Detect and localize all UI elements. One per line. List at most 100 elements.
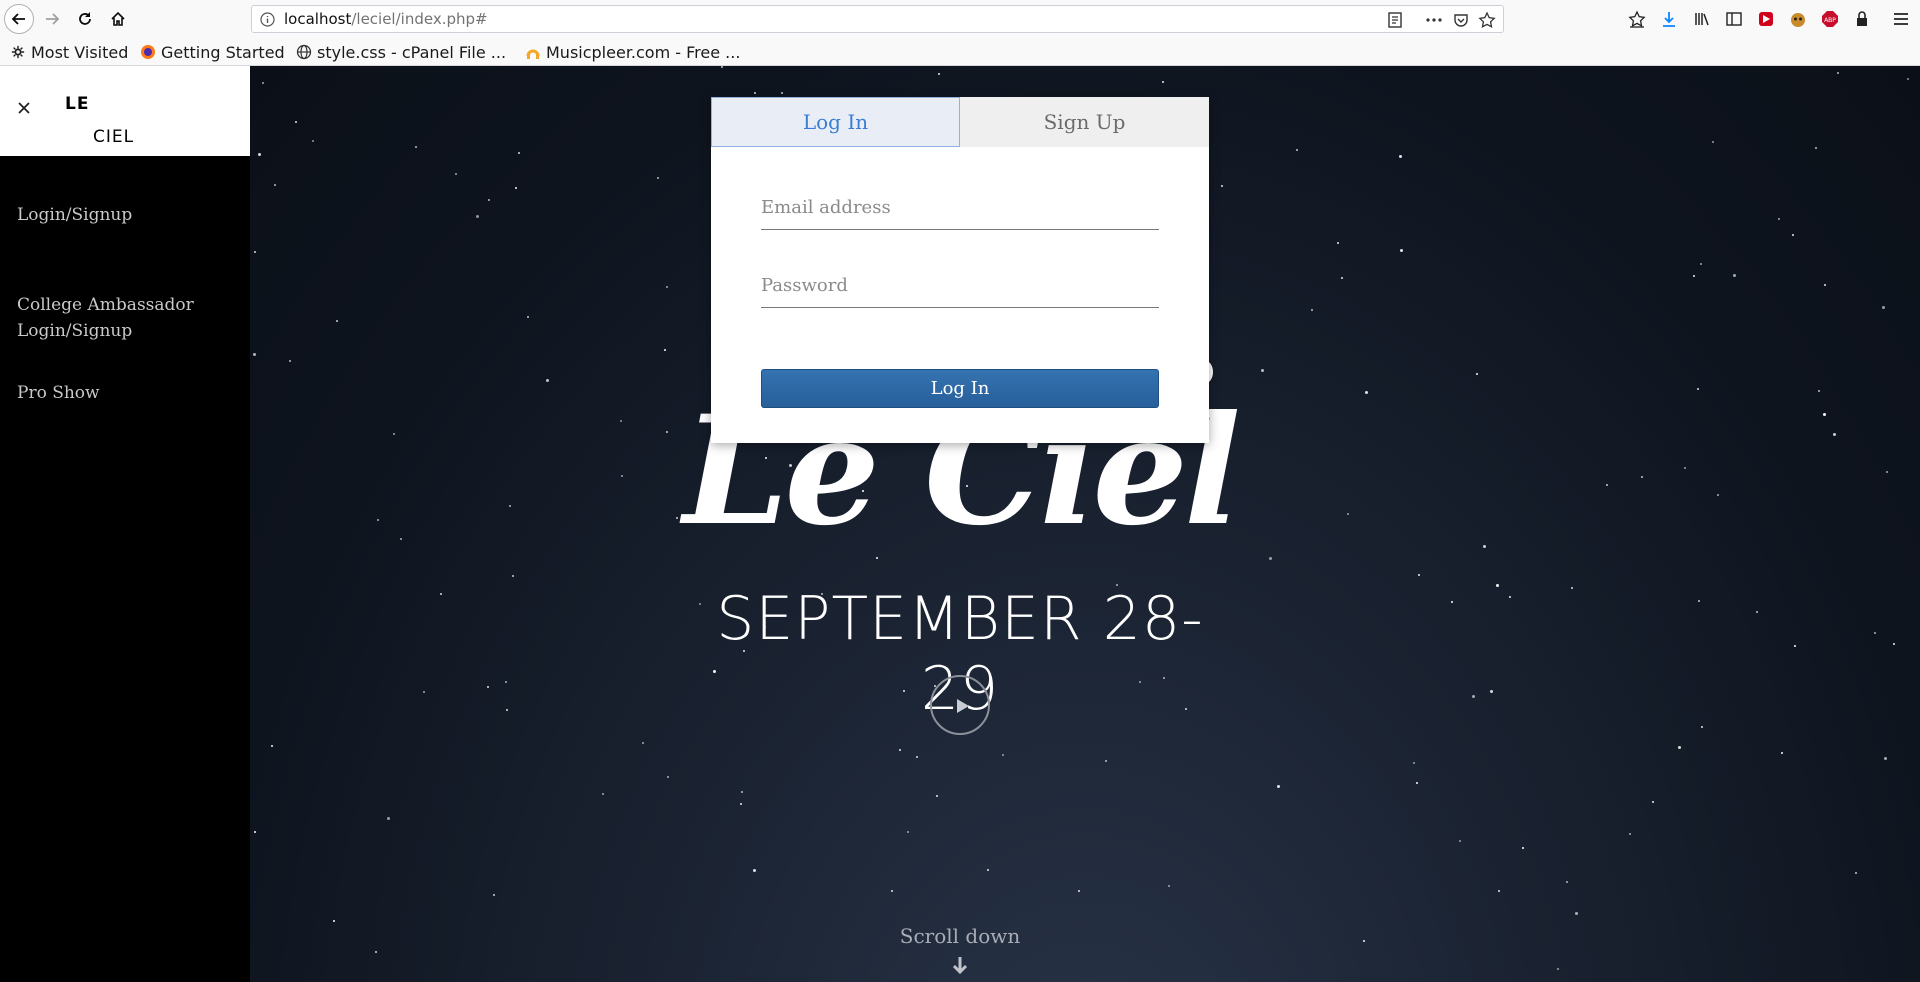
sidebar-link-pro-show[interactable]: Pro Show (17, 380, 237, 406)
star-dot (1002, 754, 1004, 756)
back-arrow-icon (11, 13, 25, 25)
star-dot (440, 593, 442, 595)
star-dot (1221, 185, 1223, 187)
play-video-button[interactable] (930, 675, 990, 735)
star-dot (1717, 494, 1719, 496)
bookmark-label: Musicpleer.com - Free ... (546, 42, 741, 62)
star-dot (1522, 847, 1524, 849)
star-dot (1571, 587, 1573, 589)
star-dot (1874, 632, 1876, 634)
star-dot (1629, 833, 1631, 835)
star-dot (1701, 726, 1703, 728)
bookmark-style-css[interactable]: style.css - cPanel File ... (296, 42, 506, 62)
star-dot (1476, 373, 1478, 375)
hamburger-menu-icon[interactable] (1891, 9, 1911, 29)
star-dot (506, 709, 508, 711)
star-dot (1756, 611, 1758, 613)
tampermonkey-icon[interactable] (1788, 9, 1808, 29)
tab-sign-up[interactable]: Sign Up (960, 97, 1209, 147)
star-dot (1693, 275, 1695, 277)
password-field[interactable] (761, 264, 1159, 307)
log-in-button[interactable]: Log In (761, 369, 1159, 408)
star-dot (664, 349, 666, 351)
star-dot (1363, 940, 1365, 942)
adblock-plus-icon[interactable]: ABP (1820, 9, 1840, 29)
star-dot (666, 286, 668, 288)
bookmark-getting-started[interactable]: Getting Started (140, 42, 285, 62)
url-bar[interactable]: localhost/leciel/index.php# (251, 5, 1504, 33)
star-dot (505, 681, 507, 683)
page-actions-icon[interactable] (1425, 11, 1443, 29)
arrow-down-icon[interactable] (951, 956, 969, 976)
star-dot (253, 353, 256, 356)
tab-log-in[interactable]: Log In (711, 97, 960, 147)
pocket-icon[interactable] (1452, 11, 1470, 29)
star-dot (1855, 872, 1857, 874)
star-dot (1882, 306, 1885, 309)
brand-line-1: LE (65, 94, 90, 114)
star-dot (487, 686, 489, 688)
globe-icon (296, 44, 312, 60)
star-dot (1459, 840, 1461, 842)
sidebar-link-ambassador[interactable]: College Ambassador Login/Signup (17, 292, 217, 344)
star-dot (423, 691, 425, 693)
bookmark-star-icon[interactable] (1478, 11, 1496, 29)
password-field-wrapper (761, 264, 1159, 308)
star-dot (1684, 467, 1686, 469)
star-dot (1168, 885, 1170, 887)
star-dot (1781, 752, 1783, 754)
lock-extension-icon[interactable] (1852, 9, 1872, 29)
star-dot (1078, 890, 1080, 892)
star-dot (1400, 249, 1403, 252)
star-dot (1712, 141, 1714, 143)
login-modal: Log In Sign Up Log In (711, 97, 1209, 443)
reader-view-icon[interactable] (1386, 11, 1404, 29)
url-text[interactable]: localhost/leciel/index.php# (284, 10, 488, 28)
info-icon[interactable] (260, 12, 275, 27)
star-dot (1337, 242, 1339, 244)
star-dot (1697, 388, 1699, 390)
star-dot (1678, 746, 1681, 749)
star-dot (620, 420, 622, 422)
star-dot (1794, 645, 1796, 647)
star-dot (254, 831, 256, 833)
close-icon[interactable] (14, 98, 34, 118)
sidebar-toggle-icon[interactable] (1724, 9, 1744, 29)
star-dot (916, 756, 918, 758)
star-dot (377, 519, 379, 521)
bookmarks-star-menu-icon[interactable] (1627, 9, 1647, 29)
bookmark-most-visited[interactable]: Most Visited (10, 42, 128, 62)
back-button[interactable] (4, 4, 34, 34)
musicpleer-icon (525, 44, 541, 60)
star-dot (488, 199, 490, 201)
email-field[interactable] (761, 186, 1159, 229)
star-dot (1365, 391, 1368, 394)
star-dot (1893, 643, 1895, 645)
star-dot (676, 517, 678, 519)
star-dot (1418, 574, 1420, 576)
star-dot (667, 776, 669, 778)
star-dot (546, 379, 549, 382)
star-dot (899, 749, 901, 751)
library-icon[interactable] (1692, 9, 1712, 29)
star-dot (1778, 218, 1780, 220)
downloads-icon[interactable] (1659, 9, 1679, 29)
star-dot (258, 153, 261, 156)
bookmark-musicpleer[interactable]: Musicpleer.com - Free ... (525, 42, 740, 62)
sidebar-header: LE CIEL (0, 66, 250, 156)
forward-button[interactable] (37, 4, 67, 34)
star-dot (1733, 274, 1736, 277)
star-dot (1652, 801, 1654, 803)
star-dot (509, 505, 511, 507)
sidebar-link-login-signup[interactable]: Login/Signup (17, 202, 237, 228)
reload-button[interactable] (70, 4, 100, 34)
star-dot (289, 360, 291, 362)
star-dot (393, 433, 395, 435)
star-dot (1277, 785, 1280, 788)
scroll-down-label[interactable]: Scroll down (860, 924, 1060, 948)
star-dot (1498, 890, 1500, 892)
home-button[interactable] (103, 4, 133, 34)
extension-red-icon[interactable] (1756, 9, 1776, 29)
home-icon (111, 11, 125, 26)
star-dot (741, 791, 743, 793)
